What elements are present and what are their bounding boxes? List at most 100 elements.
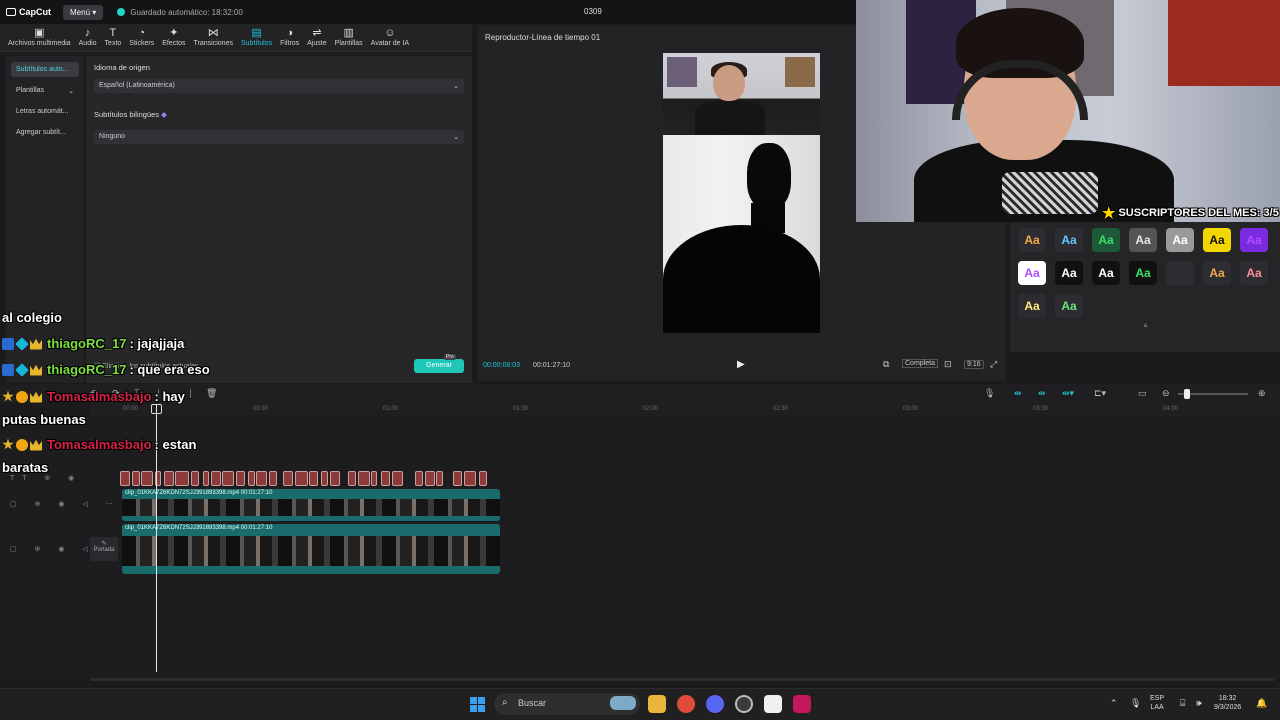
tool-media[interactable]: ▣ Archivos multimedia xyxy=(4,24,75,51)
tool-audio[interactable]: ♪ Audio xyxy=(75,24,101,51)
align-icon[interactable]: ⊏▾ xyxy=(1094,388,1106,399)
cover-button[interactable]: ✎ Portada xyxy=(90,537,118,561)
subtitle-clip[interactable] xyxy=(295,471,308,486)
windows-start-icon[interactable] xyxy=(470,697,485,712)
text-style-preset[interactable]: Aa xyxy=(1092,261,1120,285)
timeline-scrollbar[interactable] xyxy=(90,678,1275,681)
subtitle-clip[interactable] xyxy=(248,471,255,486)
subtitle-clip[interactable] xyxy=(222,471,234,486)
affinity-icon[interactable] xyxy=(793,695,811,713)
subtitle-clip[interactable] xyxy=(348,471,356,486)
subtitle-clip[interactable] xyxy=(211,471,221,486)
zoom-out-icon[interactable]: ⊖ xyxy=(1162,388,1170,399)
clock[interactable]: 18:32 9/3/2026 xyxy=(1214,694,1241,712)
tool-effects[interactable]: ✦ Efectos xyxy=(158,24,189,51)
subtitle-clip[interactable] xyxy=(358,471,370,486)
text-style-preset[interactable]: Aa xyxy=(1240,228,1268,252)
text-style-preset[interactable]: Aa xyxy=(1203,228,1231,252)
text-style-preset[interactable]: Aa xyxy=(1129,261,1157,285)
subtitle-clip[interactable] xyxy=(464,471,476,486)
bilingual-select[interactable]: Ninguno ⌄ xyxy=(94,130,464,144)
tool-transition[interactable]: ⋈ Transiciones xyxy=(190,24,237,51)
subtitle-clip[interactable] xyxy=(381,471,390,486)
text-style-preset[interactable]: Aa xyxy=(1092,228,1120,252)
subtitle-clip[interactable] xyxy=(203,471,209,486)
subtitles-nav-item[interactable]: Letras automát... xyxy=(11,104,79,119)
text-style-preset[interactable]: Aa xyxy=(1055,261,1083,285)
caption-icon[interactable]: ▭ xyxy=(1138,388,1147,399)
tool-templates[interactable]: ▥ Plantillas xyxy=(331,24,367,51)
subtitle-clip[interactable] xyxy=(283,471,293,486)
tool-adjust[interactable]: ⇌ Ajuste xyxy=(303,24,330,51)
capcut-taskbar-icon[interactable] xyxy=(764,695,782,713)
obs-icon[interactable] xyxy=(735,695,753,713)
subtitle-clip[interactable] xyxy=(415,471,423,486)
microphone-icon[interactable]: 🎙 xyxy=(984,388,995,399)
menu-button[interactable]: Menú ▾ xyxy=(63,4,104,20)
text-style-preset[interactable]: Aa xyxy=(1240,261,1268,285)
crop-icon[interactable]: ⧉ xyxy=(883,359,889,370)
text-style-preset[interactable]: Aa xyxy=(1055,228,1083,252)
video-preview[interactable] xyxy=(663,53,820,333)
generate-button[interactable]: Generar xyxy=(414,359,464,373)
collapse-icon[interactable]: ▲ xyxy=(1142,322,1149,329)
play-icon[interactable]: ▶ xyxy=(737,359,745,370)
text-style-preset[interactable]: Aa xyxy=(1203,261,1231,285)
tool-ai-avatar[interactable]: ☺ Avatar de IA xyxy=(367,24,413,51)
text-style-preset[interactable]: Aa xyxy=(1018,261,1046,285)
ratio-button[interactable]: 9:16 xyxy=(964,360,984,369)
discord-icon[interactable] xyxy=(706,695,724,713)
tool-subtitles[interactable]: ▤ Subtítulos xyxy=(237,24,276,51)
subtitle-clip[interactable] xyxy=(371,471,377,486)
tool-filter[interactable]: ◑ Filtros xyxy=(276,24,303,51)
subtitles-nav-item[interactable]: Agregar subtít... xyxy=(11,125,79,140)
notification-icon[interactable]: 🔔 xyxy=(1256,698,1267,709)
video-clip-bottom[interactable]: clip_01KKA7Z6KDN72SJJ391893398.mp4 00:01… xyxy=(122,524,500,574)
playhead-handle[interactable] xyxy=(151,404,162,414)
text-track-controls[interactable]: TT ⊕ ◉ xyxy=(10,474,82,482)
tool-sticker[interactable]: ◔ Stickers xyxy=(125,24,158,51)
subtitle-clip[interactable] xyxy=(453,471,462,486)
subtitle-clip[interactable] xyxy=(309,471,318,486)
subtitle-clip[interactable] xyxy=(236,471,245,486)
subtitle-clip[interactable] xyxy=(164,471,174,486)
text-style-preset[interactable]: Aa xyxy=(1018,228,1046,252)
subtitle-clip[interactable] xyxy=(330,471,340,486)
subtitle-clip[interactable] xyxy=(120,471,130,486)
fullscreen-icon[interactable]: ⤢ xyxy=(990,359,997,370)
subtitles-nav-item[interactable]: Subtítulos auto... xyxy=(11,62,79,77)
mic-tray-icon[interactable]: 🎙 xyxy=(1130,698,1141,709)
text-style-preset[interactable]: Aa xyxy=(1055,294,1083,318)
language-indicator[interactable]: ESP LAA xyxy=(1150,694,1164,712)
file-explorer-icon[interactable] xyxy=(648,695,666,713)
text-style-preset[interactable]: Aa xyxy=(1129,228,1157,252)
zoom-slider-handle[interactable] xyxy=(1184,389,1190,399)
subtitles-nav-item[interactable]: Plantillas ⌄ xyxy=(11,83,79,98)
subtitle-clip[interactable] xyxy=(132,471,140,486)
subtitle-clip[interactable] xyxy=(256,471,267,486)
preview-axis-icon[interactable]: ⇹▾ xyxy=(1062,388,1074,399)
fit-icon[interactable]: ⊡ xyxy=(944,359,952,370)
subtitle-clip[interactable] xyxy=(191,471,199,486)
link-icon[interactable]: ⇹ xyxy=(1038,388,1046,399)
full-quality-button[interactable]: Completa xyxy=(902,359,938,368)
subtitle-clip[interactable] xyxy=(425,471,435,486)
video-track-1-controls[interactable]: ▢ ⊕ ◉ ◁ ⋯ xyxy=(10,500,121,508)
subtitle-clip[interactable] xyxy=(436,471,443,486)
subtitle-clip[interactable] xyxy=(392,471,403,486)
text-style-preset[interactable]: Aa xyxy=(1166,228,1194,252)
zoom-in-icon[interactable]: ⊕ xyxy=(1258,388,1266,399)
timeline-ruler[interactable] xyxy=(90,402,1280,416)
subtitle-clip[interactable] xyxy=(141,471,153,486)
magnet-icon[interactable]: ⇹ xyxy=(1014,388,1022,399)
chrome-icon[interactable] xyxy=(677,695,695,713)
show-hidden-icons[interactable]: ⌃ xyxy=(1110,698,1118,709)
network-icon[interactable]: ⌸ xyxy=(1180,698,1185,709)
project-name[interactable]: 0309 xyxy=(584,7,602,16)
video-clip-top[interactable]: clip_01KKA7Z6KDN72SJJ391893398.mp4 00:01… xyxy=(122,489,500,521)
delete-icon[interactable]: 🗑 xyxy=(206,388,217,399)
text-style-preset[interactable]: Aa xyxy=(1018,294,1046,318)
text-style-preset[interactable]: Aa xyxy=(1166,261,1194,285)
volume-icon[interactable]: 🕪 xyxy=(1196,698,1202,709)
subtitle-clip[interactable] xyxy=(175,471,189,486)
